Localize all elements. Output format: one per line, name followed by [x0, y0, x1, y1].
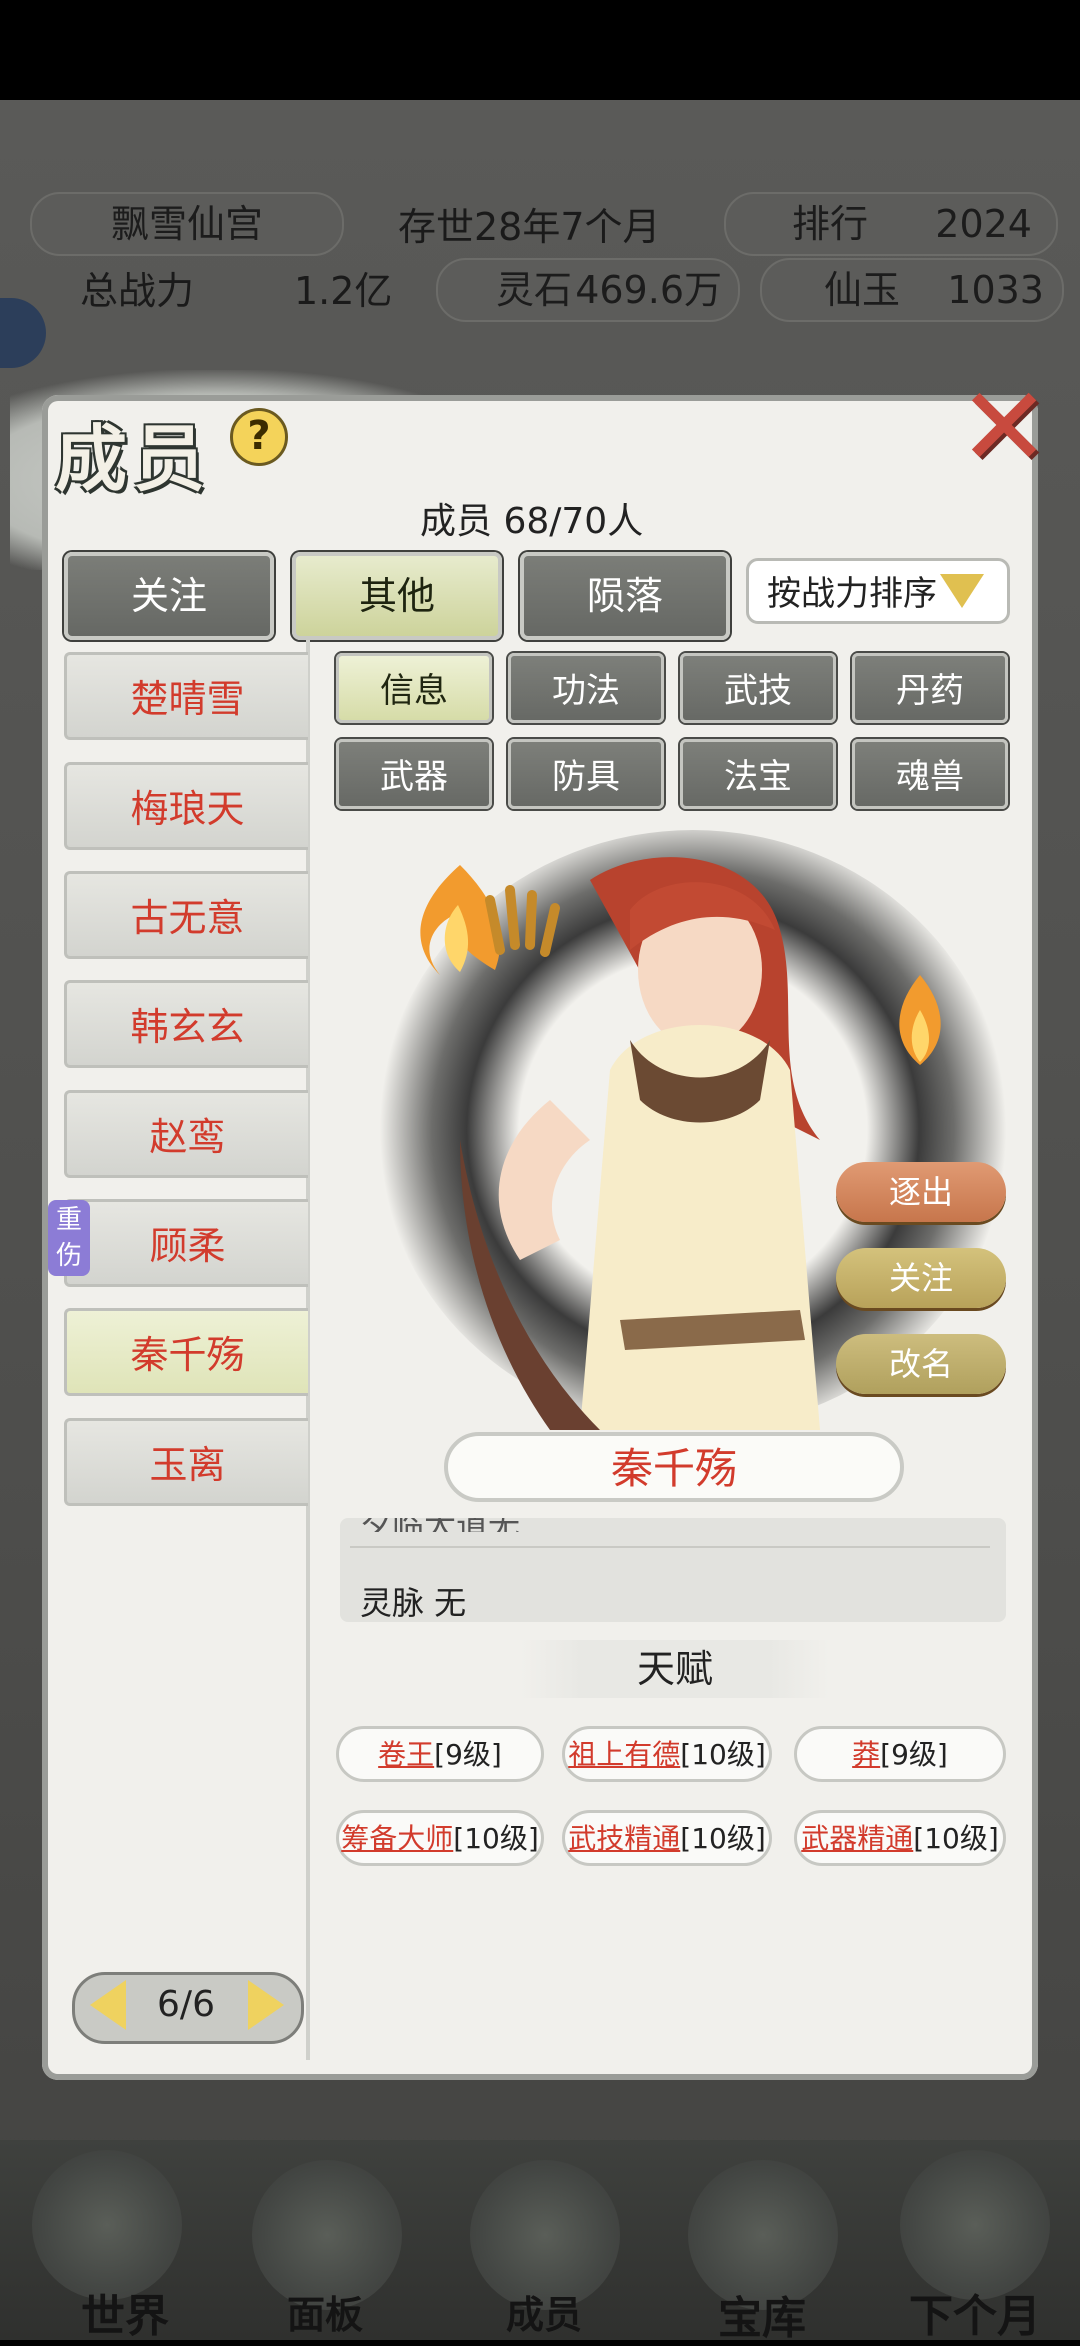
talent-name: 武技精通: [568, 1822, 681, 1855]
spirit-vein-text: 灵脉 无: [360, 1584, 467, 1622]
talent-level: [10级]: [453, 1822, 539, 1855]
nav-panel[interactable]: 面板: [245, 2284, 405, 2339]
character-name-plate: 秦千殇: [444, 1432, 904, 1502]
close-icon[interactable]: ✕: [958, 372, 1050, 482]
subtab-armor[interactable]: 防具: [508, 739, 664, 809]
world-icon[interactable]: [32, 2150, 182, 2300]
rank-value: 2024: [935, 202, 1032, 246]
talent-tag[interactable]: 祖上有德[10级]: [562, 1726, 772, 1782]
spirit-stone-pill: 灵石 469.6万: [436, 258, 740, 322]
rank-label: 排行: [792, 202, 869, 246]
prev-page-icon[interactable]: [90, 1980, 126, 2030]
talent-level: [9级]: [880, 1738, 948, 1771]
jade-label: 仙玉: [824, 268, 901, 312]
power-label: 总战力: [80, 269, 195, 313]
member-item[interactable]: 古无意: [64, 871, 308, 959]
member-item[interactable]: 赵鸾: [64, 1090, 308, 1178]
talent-tag[interactable]: 莽[9级]: [794, 1726, 1006, 1782]
talent-tag[interactable]: 武技精通[10级]: [562, 1810, 772, 1866]
nav-treasury[interactable]: 宝库: [682, 2282, 842, 2346]
rename-button[interactable]: 改名: [836, 1334, 1006, 1394]
subtab-martial[interactable]: 武技: [680, 653, 836, 723]
subtab-beast[interactable]: 魂兽: [852, 739, 1008, 809]
sect-age: 存世28年7个月: [398, 205, 661, 249]
talent-level: [10级]: [680, 1822, 766, 1855]
sect-name: 飘雪仙宫: [110, 202, 263, 246]
stone-value: 469.6万: [575, 268, 722, 312]
talent-name: 武器精通: [801, 1822, 914, 1855]
talent-name: 筹备大师: [341, 1822, 454, 1855]
talent-tag[interactable]: 卷王[9级]: [336, 1726, 544, 1782]
tab-fallen[interactable]: 陨落: [520, 552, 730, 640]
subtab-skills[interactable]: 功法: [508, 653, 664, 723]
subtab-treasure[interactable]: 法宝: [680, 739, 836, 809]
talent-name: 卷王: [378, 1738, 435, 1771]
expel-button[interactable]: 逐出: [836, 1162, 1006, 1222]
member-count: 成员 68/70人: [420, 501, 644, 542]
member-item[interactable]: 顾柔: [64, 1199, 308, 1287]
info-scroll-clip: 夕临大道无: [340, 1518, 1006, 1532]
talent-name: 祖上有德: [568, 1738, 681, 1771]
info-separator: [350, 1546, 990, 1548]
sort-label: 按战力排序: [767, 574, 937, 614]
next-month-icon[interactable]: [900, 2150, 1050, 2300]
tab-follow[interactable]: 关注: [64, 552, 274, 640]
member-item[interactable]: 玉离: [64, 1418, 308, 1506]
talent-tag[interactable]: 筹备大师[10级]: [336, 1810, 544, 1866]
talent-tag[interactable]: 武器精通[10级]: [794, 1810, 1006, 1866]
nav-next-month[interactable]: 下个月: [880, 2280, 1070, 2344]
nav-world[interactable]: 世界: [40, 2280, 210, 2344]
tab-other[interactable]: 其他: [292, 552, 502, 640]
stone-label: 灵石: [496, 268, 573, 312]
power-value: 1.2亿: [294, 269, 393, 313]
next-page-icon[interactable]: [248, 1980, 284, 2030]
member-item[interactable]: 梅琅天: [64, 762, 308, 850]
follow-button[interactable]: 关注: [836, 1248, 1006, 1308]
help-icon[interactable]: ?: [230, 408, 288, 466]
sect-name-pill: 飘雪仙宫: [30, 192, 344, 256]
subtab-weapon[interactable]: 武器: [336, 739, 492, 809]
page-indicator: 6/6: [157, 1984, 215, 2025]
member-item[interactable]: 楚晴雪: [64, 652, 308, 740]
panel-title: 成员: [55, 417, 212, 501]
talent-name: 莽: [852, 1738, 881, 1771]
subtab-pills[interactable]: 丹药: [852, 653, 1008, 723]
talent-level: [10级]: [680, 1738, 766, 1771]
member-item[interactable]: 韩玄玄: [64, 980, 308, 1068]
nav-members[interactable]: 成员: [464, 2284, 624, 2339]
dropdown-triangle-icon[interactable]: [940, 574, 984, 608]
talent-level: [9级]: [434, 1738, 502, 1771]
rank-pill: 排行 2024: [724, 192, 1058, 256]
info-clipped-line: 夕临大道无: [360, 1518, 520, 1532]
talent-level: [10级]: [913, 1822, 999, 1855]
member-item-selected[interactable]: 秦千殇: [64, 1308, 308, 1396]
talent-title: 天赋: [520, 1640, 830, 1698]
injury-badge: 重伤: [48, 1200, 90, 1276]
jade-pill: 仙玉 1033: [760, 258, 1064, 322]
subtab-info[interactable]: 信息: [336, 653, 492, 723]
jade-value: 1033: [947, 268, 1044, 312]
